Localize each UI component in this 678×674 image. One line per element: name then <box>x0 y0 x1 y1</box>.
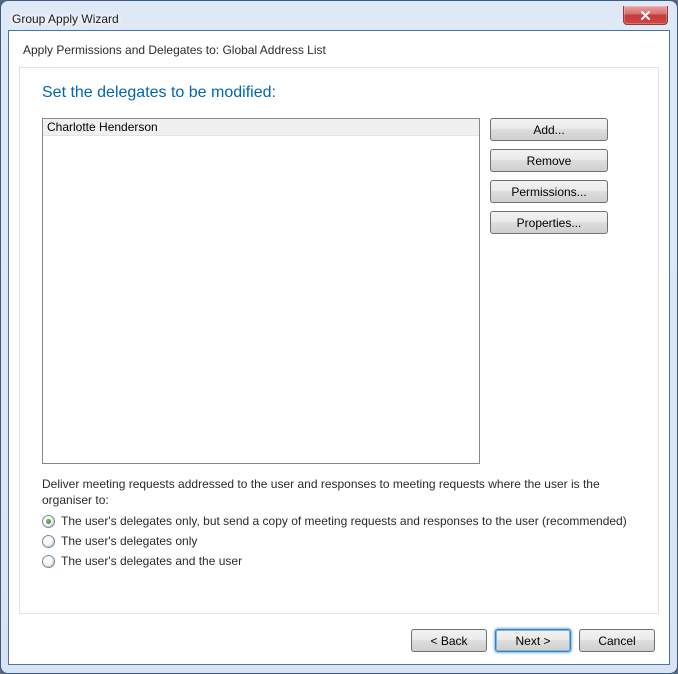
close-icon <box>639 10 652 21</box>
radio-option[interactable]: The user's delegates only <box>42 534 642 548</box>
back-button[interactable]: < Back <box>411 629 487 652</box>
wizard-page-panel: Set the delegates to be modified: Charlo… <box>19 67 659 614</box>
radio-label: The user's delegates only, but send a co… <box>61 514 627 528</box>
titlebar[interactable]: Group Apply Wizard <box>8 8 670 30</box>
subtitle: Apply Permissions and Delegates to: Glob… <box>9 31 669 67</box>
properties-button[interactable]: Properties... <box>490 211 608 234</box>
radio-label: The user's delegates only <box>61 534 197 548</box>
list-item[interactable]: Charlotte Henderson <box>43 119 479 136</box>
radio-option[interactable]: The user's delegates only, but send a co… <box>42 514 642 528</box>
sidebar-buttons: Add... Remove Permissions... Properties.… <box>490 118 608 234</box>
window-title: Group Apply Wizard <box>12 12 119 26</box>
delegates-listbox[interactable]: Charlotte Henderson <box>42 118 480 464</box>
wizard-window: Group Apply Wizard Apply Permissions and… <box>0 0 678 674</box>
page-body: Charlotte Henderson Add... Remove Permis… <box>42 118 642 603</box>
radio-intro-text: Deliver meeting requests addressed to th… <box>42 476 642 508</box>
page-heading: Set the delegates to be modified: <box>20 68 658 108</box>
add-button[interactable]: Add... <box>490 118 608 141</box>
remove-button[interactable]: Remove <box>490 149 608 172</box>
radio-icon <box>42 535 55 548</box>
subtitle-target: Global Address List <box>222 43 325 57</box>
next-button[interactable]: Next > <box>495 629 571 652</box>
radio-label: The user's delegates and the user <box>61 554 242 568</box>
wizard-footer: < Back Next > Cancel <box>411 629 655 652</box>
radio-option[interactable]: The user's delegates and the user <box>42 554 642 568</box>
close-button[interactable] <box>623 6 668 25</box>
permissions-button[interactable]: Permissions... <box>490 180 608 203</box>
cancel-button[interactable]: Cancel <box>579 629 655 652</box>
delivery-radio-group: Deliver meeting requests addressed to th… <box>42 476 642 574</box>
radio-icon <box>42 555 55 568</box>
subtitle-prefix: Apply Permissions and Delegates to: <box>23 43 222 57</box>
client-area: Apply Permissions and Delegates to: Glob… <box>8 30 670 665</box>
delegates-list-container: Charlotte Henderson <box>42 118 480 464</box>
radio-icon <box>42 515 55 528</box>
